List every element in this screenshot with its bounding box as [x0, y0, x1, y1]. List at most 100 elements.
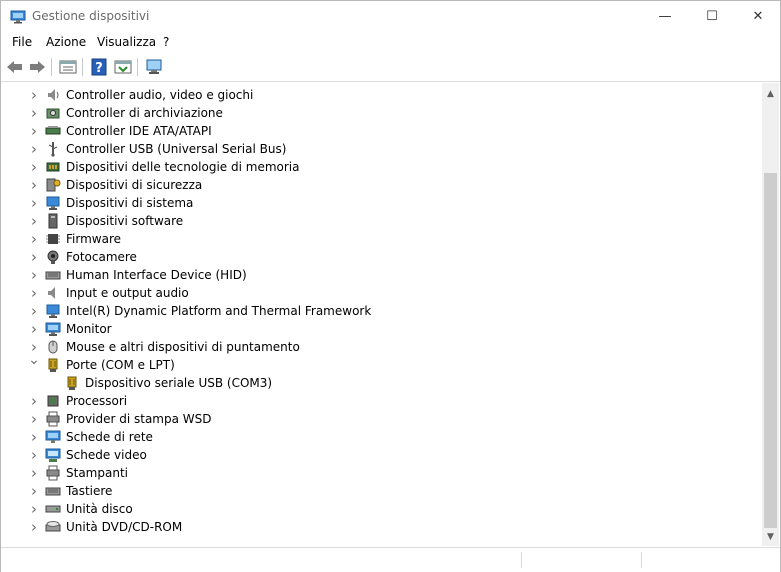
close-button[interactable]: ✕	[735, 1, 781, 32]
back-button[interactable]	[5, 57, 25, 77]
chevron-right-icon[interactable]: ›	[27, 158, 41, 176]
tree-item-label: Firmware	[66, 232, 121, 246]
system-device-icon	[46, 196, 60, 210]
tree-category-item[interactable]: › Tastiere	[3, 482, 761, 500]
menu-file[interactable]: File	[12, 35, 32, 49]
tree-category-item[interactable]: › Unità disco	[3, 500, 761, 518]
chevron-right-icon[interactable]: ›	[27, 230, 41, 248]
tree-item-label: Controller USB (Universal Serial Bus)	[66, 142, 287, 156]
update-driver-icon	[114, 60, 132, 74]
tree-category-item[interactable]: › Stampanti	[3, 464, 761, 482]
update-driver-button[interactable]	[113, 57, 133, 77]
status-divider	[521, 552, 522, 568]
menu-visualizza[interactable]: Visualizza	[97, 35, 156, 49]
chevron-right-icon[interactable]: ›	[27, 140, 41, 158]
scan-hardware-button[interactable]	[144, 57, 164, 77]
back-icon	[7, 61, 22, 73]
device-manager-window: Gestione dispositivi — ☐ ✕ File Azione V…	[0, 0, 781, 572]
toolbar-separator	[82, 58, 83, 76]
tree-category-item[interactable]: › Mouse e altri dispositivi di puntamento	[3, 338, 761, 356]
tree-category-item[interactable]: › Intel(R) Dynamic Platform and Thermal F…	[3, 302, 761, 320]
tree-category-item[interactable]: › Human Interface Device (HID)	[3, 266, 761, 284]
forward-button[interactable]	[27, 57, 47, 77]
printer-icon	[46, 465, 60, 481]
status-bar	[1, 547, 780, 572]
tree-item-label: Dispositivi di sistema	[66, 196, 194, 210]
tree-item-label: Dispositivi delle tecnologie di memoria	[66, 160, 300, 174]
scan-hardware-icon	[146, 59, 162, 74]
print-provider-icon	[46, 411, 60, 427]
chevron-right-icon[interactable]: ›	[27, 518, 41, 536]
status-divider	[641, 552, 642, 568]
chevron-right-icon[interactable]: ›	[27, 482, 41, 500]
close-icon: ✕	[752, 9, 764, 24]
tree-category-item[interactable]: › Processori	[3, 392, 761, 410]
toolbar: ?	[1, 53, 780, 82]
device-manager-app-icon	[10, 10, 26, 24]
chevron-down-icon[interactable]: ⌄	[27, 352, 41, 368]
camera-icon	[47, 250, 59, 264]
tree-category-item[interactable]: › Controller di archiviazione	[3, 104, 761, 122]
tree-item-label: Input e output audio	[66, 286, 189, 300]
tree-item-label: Schede di rete	[66, 430, 153, 444]
menu-azione[interactable]: Azione	[46, 35, 86, 49]
chevron-right-icon[interactable]: ›	[27, 446, 41, 464]
device-tree[interactable]: › Controller audio, video e giochi › Contro…	[3, 83, 761, 544]
chevron-right-icon[interactable]: ›	[27, 284, 41, 302]
chevron-right-icon[interactable]: ›	[27, 248, 41, 266]
menu-help[interactable]: ?	[163, 35, 169, 49]
title-bar[interactable]: Gestione dispositivi — ☐ ✕	[1, 1, 780, 32]
tree-category-item[interactable]: › Controller audio, video e giochi	[3, 86, 761, 104]
tree-category-item[interactable]: › Dispositivi software	[3, 212, 761, 230]
scrollbar-thumb[interactable]	[764, 173, 777, 528]
chevron-right-icon[interactable]: ›	[27, 104, 41, 122]
storage-controller-icon	[46, 108, 60, 119]
tree-category-item[interactable]: › Fotocamere	[3, 248, 761, 266]
tree-category-item[interactable]: ⌄ Porte (COM e LPT)	[3, 352, 761, 374]
chevron-right-icon[interactable]: ›	[27, 86, 41, 104]
properties-view-icon	[59, 60, 77, 74]
chevron-right-icon[interactable]: ›	[27, 302, 41, 320]
vertical-scrollbar[interactable]: ▲ ▼	[762, 83, 779, 546]
network-adapter-icon	[45, 430, 61, 443]
scroll-down-icon[interactable]: ▼	[762, 528, 779, 545]
tree-category-item[interactable]: › Monitor	[3, 320, 761, 338]
chevron-right-icon[interactable]: ›	[27, 428, 41, 446]
chevron-right-icon[interactable]: ›	[27, 194, 41, 212]
tree-item-label: Schede video	[66, 448, 147, 462]
tree-child-item[interactable]: Dispositivo seriale USB (COM3)	[3, 374, 761, 392]
tree-category-item[interactable]: › Unità DVD/CD-ROM	[3, 518, 761, 536]
tree-category-item[interactable]: › Schede video	[3, 446, 761, 464]
chevron-right-icon[interactable]: ›	[27, 500, 41, 518]
maximize-button[interactable]: ☐	[689, 1, 735, 32]
tree-item-label: Fotocamere	[66, 250, 137, 264]
scroll-up-icon[interactable]: ▲	[762, 85, 779, 102]
minimize-button[interactable]: —	[642, 1, 688, 32]
help-button[interactable]: ?	[89, 57, 109, 77]
tree-category-item[interactable]: › Dispositivi di sicurezza	[3, 176, 761, 194]
tree-category-item[interactable]: › Controller USB (Universal Serial Bus)	[3, 140, 761, 158]
mouse-icon	[48, 340, 58, 354]
forward-icon	[30, 61, 45, 73]
chevron-right-icon[interactable]: ›	[27, 212, 41, 230]
chevron-right-icon[interactable]: ›	[27, 410, 41, 428]
tree-category-item[interactable]: › Firmware	[3, 230, 761, 248]
tree-category-item[interactable]: › Schede di rete	[3, 428, 761, 446]
security-key-icon	[46, 178, 61, 192]
memory-device-icon	[46, 162, 60, 172]
tree-category-item[interactable]: › Dispositivi delle tecnologie di memoria	[3, 158, 761, 176]
thermal-framework-icon	[46, 304, 60, 318]
chevron-right-icon[interactable]: ›	[27, 266, 41, 284]
port-icon	[67, 376, 77, 390]
chevron-right-icon[interactable]: ›	[27, 320, 41, 338]
chevron-right-icon[interactable]: ›	[27, 176, 41, 194]
tree-category-item[interactable]: › Input e output audio	[3, 284, 761, 302]
chevron-right-icon[interactable]: ›	[27, 464, 41, 482]
properties-view-button[interactable]	[58, 57, 78, 77]
tree-category-item[interactable]: › Provider di stampa WSD	[3, 410, 761, 428]
tree-category-item[interactable]: › Controller IDE ATA/ATAPI	[3, 122, 761, 140]
tree-item-label: Unità disco	[66, 502, 133, 516]
chevron-right-icon[interactable]: ›	[27, 122, 41, 140]
tree-category-item[interactable]: › Dispositivi di sistema	[3, 194, 761, 212]
chevron-right-icon[interactable]: ›	[27, 392, 41, 410]
